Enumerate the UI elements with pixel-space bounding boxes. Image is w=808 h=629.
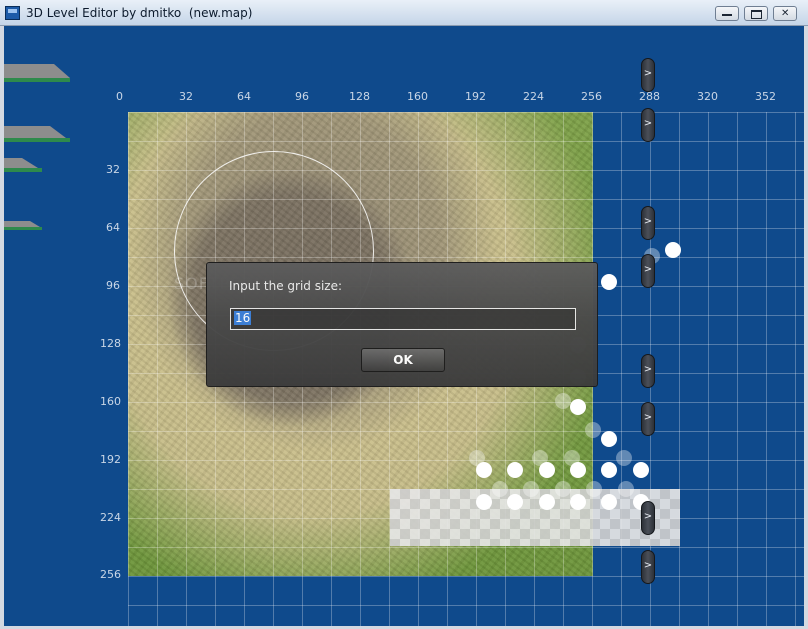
ruler-x-label: 224 — [523, 90, 544, 103]
control-point[interactable] — [523, 481, 539, 497]
ruler-x-label: 320 — [697, 90, 718, 103]
ruler-y-label: 192 — [100, 453, 121, 466]
grid-size-value: 16 — [234, 311, 252, 325]
control-point[interactable] — [633, 462, 649, 478]
ruler-x-label: 352 — [755, 90, 776, 103]
maximize-icon — [751, 10, 762, 19]
app-icon — [5, 6, 20, 20]
ruler-x-label: 288 — [639, 90, 660, 103]
minimize-button[interactable] — [715, 6, 739, 21]
ruler-x-label: 32 — [179, 90, 193, 103]
control-point[interactable] — [601, 431, 617, 447]
control-point[interactable] — [570, 399, 586, 415]
ruler-y-label: 64 — [106, 221, 120, 234]
height-handle[interactable]: > — [641, 354, 655, 388]
editor-viewport[interactable]: 0 32 64 96 128 160 192 224 256 288 320 3… — [4, 26, 804, 626]
palette-block-3[interactable] — [4, 156, 48, 176]
chevron-icon: > — [643, 68, 653, 79]
height-handle[interactable]: > — [641, 108, 655, 142]
control-point[interactable] — [618, 481, 634, 497]
close-icon: ✕ — [781, 8, 790, 19]
control-point[interactable] — [539, 462, 555, 478]
chevron-icon: > — [643, 560, 653, 571]
control-point[interactable] — [665, 242, 681, 258]
ruler-y-label: 32 — [106, 163, 120, 176]
ruler-x-label: 96 — [295, 90, 309, 103]
ruler-y-label: 224 — [100, 511, 121, 524]
control-point[interactable] — [601, 274, 617, 290]
chevron-icon: > — [643, 216, 653, 227]
minimize-icon — [722, 14, 732, 16]
grid-size-input[interactable]: 16 — [230, 308, 576, 330]
chevron-icon: > — [643, 364, 653, 375]
control-point[interactable] — [570, 494, 586, 510]
height-handle[interactable]: > — [641, 254, 655, 288]
ruler-x-label: 256 — [581, 90, 602, 103]
ruler-y-label: 128 — [100, 337, 121, 350]
ruler-x-label: 192 — [465, 90, 486, 103]
ruler-y-label: 96 — [106, 279, 120, 292]
window-frame-right — [804, 26, 808, 629]
dialog-prompt: Input the grid size: — [229, 279, 343, 293]
control-point[interactable] — [555, 481, 571, 497]
height-handle[interactable]: > — [641, 206, 655, 240]
ruler-x-label: 160 — [407, 90, 428, 103]
grid-size-dialog: Input the grid size: 16 OK — [206, 262, 598, 387]
chevron-icon: > — [643, 511, 653, 522]
ruler-x-label: 0 — [116, 90, 123, 103]
chevron-icon: > — [643, 264, 653, 275]
close-button[interactable]: ✕ — [773, 6, 797, 21]
chevron-icon: > — [643, 118, 653, 129]
height-handle[interactable]: > — [641, 501, 655, 535]
ok-button[interactable]: OK — [361, 348, 445, 372]
control-point[interactable] — [476, 494, 492, 510]
control-point[interactable] — [616, 450, 632, 466]
control-point[interactable] — [585, 422, 601, 438]
window-title: 3D Level Editor by dmitko (new.map) — [26, 6, 253, 20]
control-point[interactable] — [601, 494, 617, 510]
ruler-y-label: 256 — [100, 568, 121, 581]
height-handle[interactable]: > — [641, 402, 655, 436]
control-point[interactable] — [476, 462, 492, 478]
title-bar: 3D Level Editor by dmitko (new.map) ✕ — [0, 0, 808, 26]
control-point[interactable] — [507, 462, 523, 478]
height-handle[interactable]: > — [641, 550, 655, 584]
palette-block-4[interactable] — [4, 219, 48, 233]
control-point[interactable] — [586, 481, 602, 497]
ruler-y-label: 160 — [100, 395, 121, 408]
control-point[interactable] — [492, 481, 508, 497]
control-point[interactable] — [539, 494, 555, 510]
chevron-icon: > — [643, 412, 653, 423]
palette-block-2[interactable] — [4, 124, 74, 146]
control-point[interactable] — [570, 462, 586, 478]
control-point[interactable] — [507, 494, 523, 510]
ruler-x-label: 128 — [349, 90, 370, 103]
palette-block-1[interactable] — [4, 62, 74, 86]
maximize-button[interactable] — [744, 6, 768, 21]
height-handle[interactable]: > — [641, 58, 655, 92]
control-point[interactable] — [555, 393, 571, 409]
ruler-x-label: 64 — [237, 90, 251, 103]
control-point[interactable] — [601, 462, 617, 478]
